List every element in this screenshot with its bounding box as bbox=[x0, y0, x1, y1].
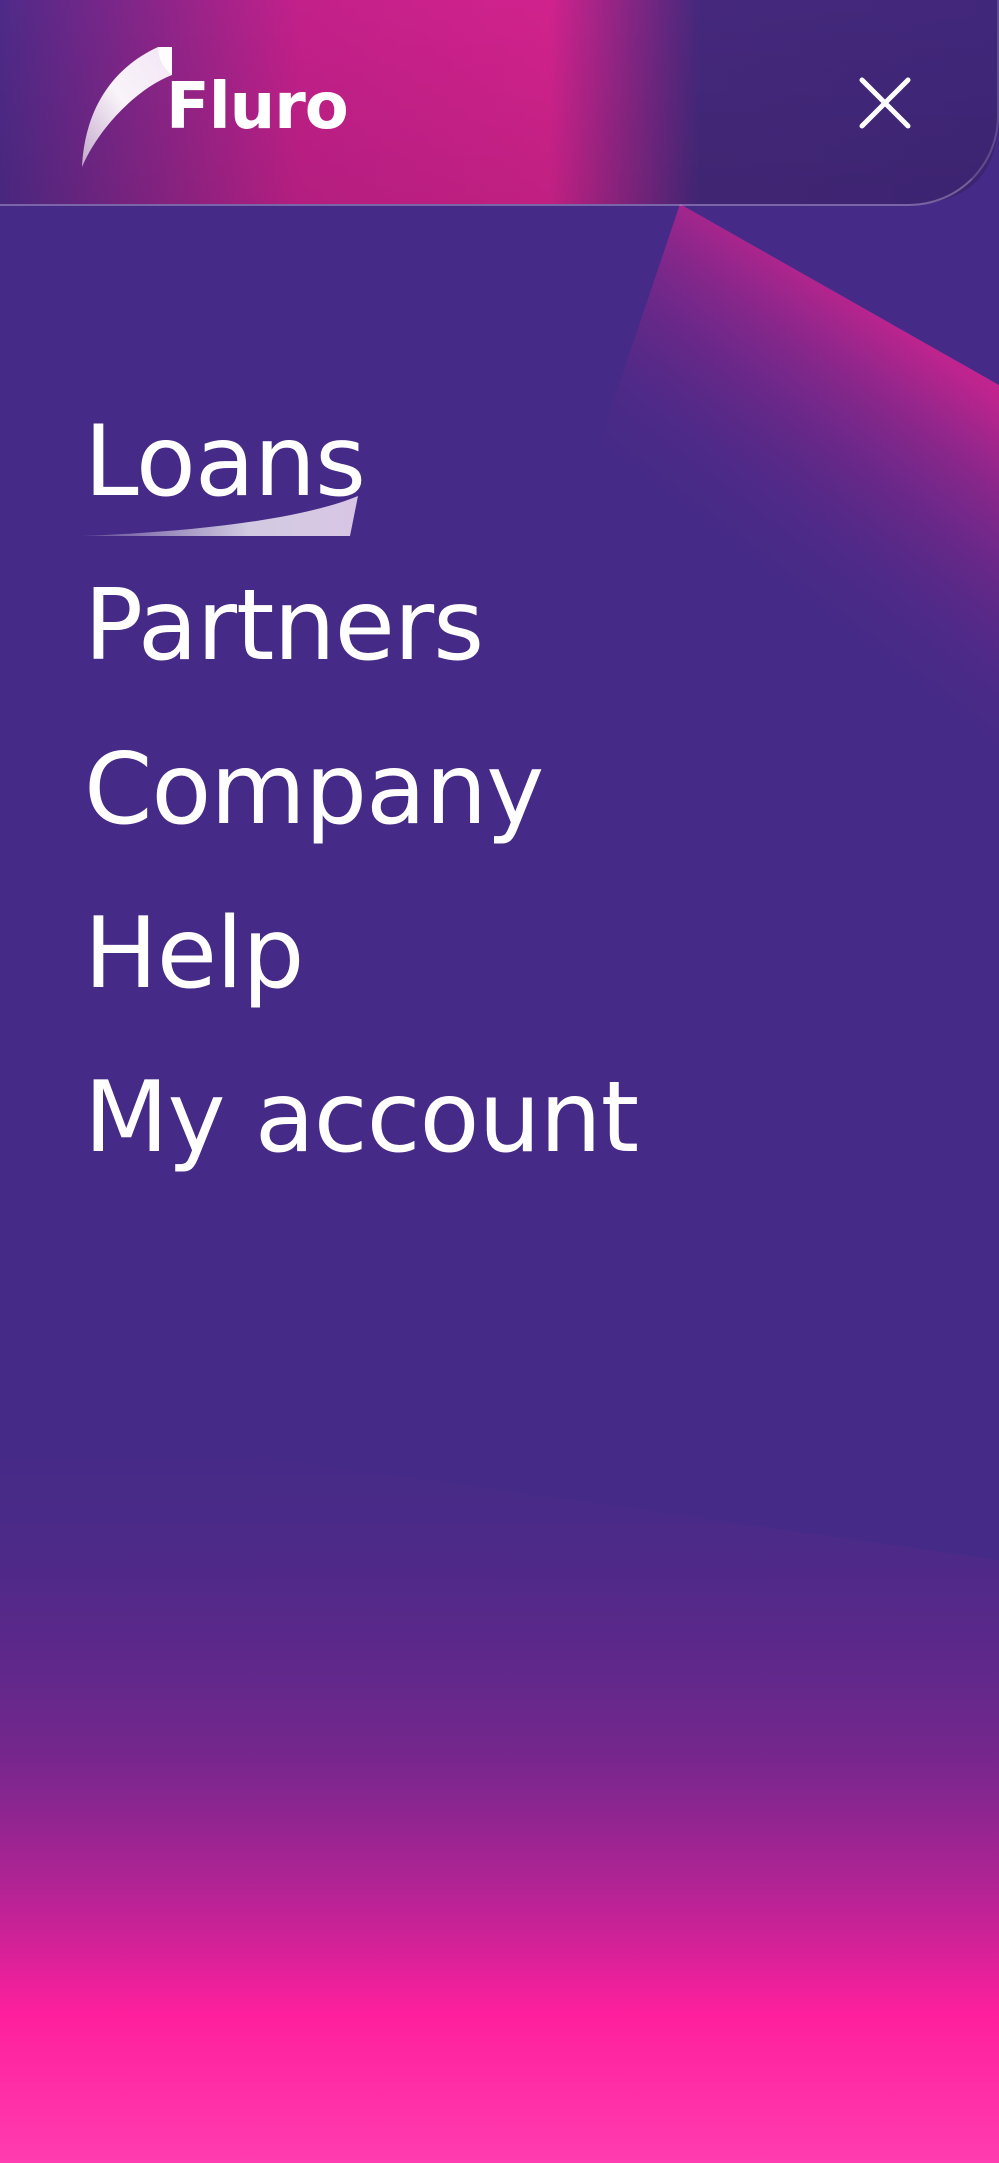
nav-item-my-account[interactable]: My account bbox=[84, 1036, 639, 1200]
nav-item-label: Partners bbox=[84, 569, 484, 683]
nav-item-label: Help bbox=[84, 897, 304, 1011]
sail-logo-icon bbox=[82, 46, 172, 167]
brand-logo[interactable]: Fluro bbox=[80, 42, 349, 172]
nav-item-company[interactable]: Company bbox=[84, 708, 638, 872]
nav-item-loans[interactable]: Loans bbox=[82, 380, 638, 544]
nav-item-partners[interactable]: Partners bbox=[84, 544, 638, 708]
mobile-nav-menu: Loans Partners Company Help My account bbox=[82, 380, 639, 1200]
nav-item-help[interactable]: Help bbox=[84, 872, 638, 1036]
brand-name: Fluro bbox=[166, 70, 349, 144]
nav-item-label: Loans bbox=[84, 405, 366, 519]
nav-item-label: Company bbox=[84, 733, 544, 847]
close-icon bbox=[859, 77, 911, 129]
close-menu-button[interactable] bbox=[856, 74, 914, 132]
nav-item-label: My account bbox=[84, 1061, 639, 1175]
site-header: Fluro bbox=[0, 0, 999, 206]
